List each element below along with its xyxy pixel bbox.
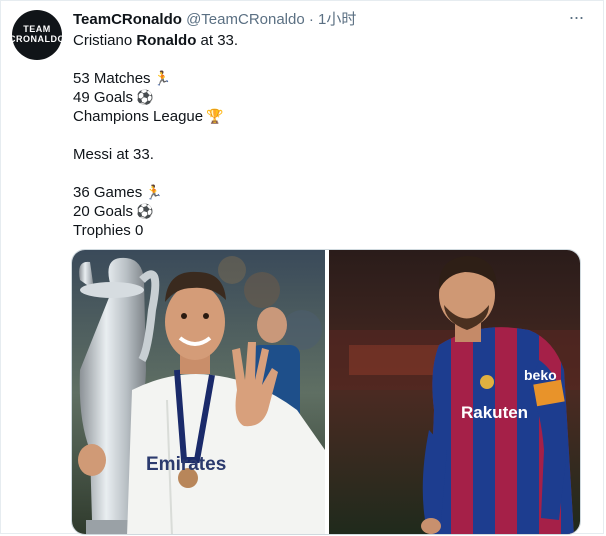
avatar-text-line1: TEAM [23, 24, 51, 34]
tweet-header: TeamCRonaldo @TeamCRonaldo · 1小时 [73, 10, 593, 30]
ronaldo-shirt-sponsor: Emirates [146, 454, 226, 475]
avatar-text-line2: CRONALDO [9, 34, 65, 44]
intro-bold: Ronaldo [136, 32, 197, 49]
ronaldo-goals-text: 49 Goals [73, 89, 134, 106]
author-handle[interactable]: @TeamCRonaldo [186, 11, 305, 28]
trophy-icon: 🏆 [206, 108, 224, 124]
messi-goals-text: 20 Goals [73, 203, 134, 220]
timestamp[interactable]: 1小时 [318, 11, 356, 28]
tweet-line-messi-trophies: Trophies 0 [73, 221, 573, 240]
messi-trophies-text: Trophies 0 [73, 222, 144, 239]
ronaldo-trophy-photo[interactable]: 71 [72, 250, 325, 534]
messi-games-text: 36 Games [73, 184, 143, 201]
ronaldo-photo-graphic: 71 [72, 250, 325, 534]
tweet-line-ronaldo-matches: 53 Matches 🏃 [73, 69, 573, 88]
tweet-line-ronaldo-goals: 49 Goals ⚽ [73, 88, 573, 107]
messi-shirt-sponsor: Rakuten [461, 403, 528, 422]
tweet-line-messi-goals: 20 Goals ⚽ [73, 202, 573, 221]
tweet-line-ronaldo-trophy: Champions League 🏆 [73, 107, 573, 126]
soccer-ball-icon: ⚽ [136, 203, 154, 219]
more-options-icon[interactable]: ··· [565, 8, 587, 29]
media-grid: 71 [71, 249, 581, 535]
tweet-text: Cristiano Ronaldo at 33. 53 Matches 🏃 49 … [73, 31, 573, 240]
author-name[interactable]: TeamCRonaldo [73, 11, 182, 28]
runner-icon: 🏃 [153, 70, 171, 86]
messi-intro-text: Messi at 33. [73, 146, 154, 163]
intro-prefix: Cristiano [73, 32, 137, 49]
tweet-line-intro: Cristiano Ronaldo at 33. [73, 31, 573, 50]
tweet-line-messi-games: 36 Games 🏃 [73, 183, 573, 202]
messi-photo[interactable]: beko Rakuten [329, 250, 580, 534]
messi-photo-graphic: beko Rakuten [329, 250, 580, 534]
ronaldo-matches-text: 53 Matches [73, 70, 151, 87]
separator-dot: · [308, 11, 314, 28]
messi-sleeve-sponsor: beko [524, 367, 557, 383]
tweet-line-messi-intro: Messi at 33. [73, 145, 573, 164]
soccer-ball-icon: ⚽ [136, 89, 154, 105]
runner-icon: 🏃 [145, 184, 163, 200]
avatar[interactable]: TEAM CRONALDO [9, 10, 65, 60]
tweet-card[interactable]: TEAM CRONALDO TeamCRonaldo @TeamCRonaldo… [0, 0, 604, 535]
ronaldo-trophy-text: Champions League [73, 108, 204, 125]
intro-suffix: at 33. [196, 32, 239, 49]
